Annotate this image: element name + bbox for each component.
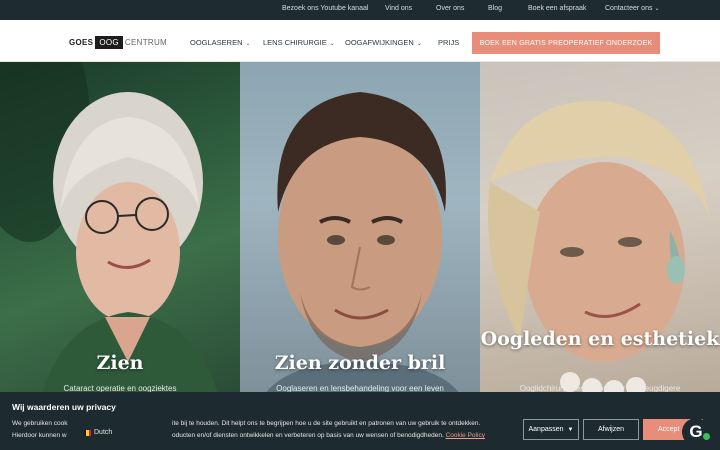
customize-button[interactable]: Aanpassen ▼ xyxy=(523,419,579,440)
portrait-man-image xyxy=(260,92,465,402)
nav-item-ooglaseren[interactable]: OOGLASEREN ⌄ xyxy=(190,38,251,47)
portrait-blonde-woman-image xyxy=(488,101,710,400)
cookie-title: Wij waarderen uw privacy xyxy=(12,402,116,412)
topbar-link-youtube[interactable]: Bezoek ons Youtube kanaal xyxy=(282,5,368,12)
nav-label: OOGAFWIJKINGEN xyxy=(345,38,414,47)
language-label: Dutch xyxy=(94,429,113,436)
book-exam-button[interactable]: BOEK EEN GRATIS PREOPERATIEF ONDERZOEK xyxy=(472,32,660,54)
cookie-text-line2-left: Hierdoor kunnen w xyxy=(12,432,67,439)
hero-title: Oogleden en esthetiek xyxy=(480,328,720,350)
hero-panel-oogleden[interactable]: Oogleden en esthetiek Ooglidchirurgie en… xyxy=(480,62,720,402)
customize-label: Aanpassen xyxy=(528,426,564,433)
portrait-older-woman-image xyxy=(0,62,220,402)
chevron-down-icon: ⌄ xyxy=(329,41,335,47)
chevron-down-icon: ⌄ xyxy=(245,41,251,47)
status-dot-icon xyxy=(703,433,710,440)
cookie-text-line1-left: We gebruiken cook xyxy=(12,420,68,427)
top-bar: Bezoek ons Youtube kanaal Vind ons Over … xyxy=(0,0,720,20)
chevron-down-icon: ⌄ xyxy=(654,6,660,12)
logo[interactable]: GOES OOG CENTRUM xyxy=(69,35,168,49)
hero-title: Zien zonder bril xyxy=(274,352,446,374)
cookie-text-line2-body: oducten en/of diensten ontwikkelen en ve… xyxy=(172,432,444,439)
language-selector[interactable]: Dutch xyxy=(84,429,112,436)
topbar-link-contact[interactable]: Contacteer ons ⌄ xyxy=(605,5,660,12)
topbar-link-vind-ons[interactable]: Vind ons xyxy=(385,5,412,12)
belgium-flag-icon xyxy=(84,429,91,436)
hero-panel-zien[interactable]: Zien Cataract operatie en oogziektes xyxy=(0,62,240,402)
topbar-contact-label: Contacteer ons xyxy=(605,5,653,12)
nav-label: OOGLASEREN xyxy=(190,38,243,47)
logo-text-centrum: CENTRUM xyxy=(124,37,168,47)
nav-item-prijs[interactable]: PRIJS xyxy=(438,38,459,47)
g-logo-badge[interactable]: G xyxy=(682,418,710,446)
hero-title: Zien xyxy=(96,352,144,374)
hero-panel-zien-zonder-bril[interactable]: Zien zonder bril Ooglaseren en lensbehan… xyxy=(240,62,480,402)
reject-button[interactable]: Afwijzen xyxy=(583,419,639,440)
caret-down-icon: ▼ xyxy=(567,426,574,433)
main-header: GOES OOG CENTRUM OOGLASEREN ⌄ LENS CHIRUR… xyxy=(0,20,720,62)
topbar-link-over-ons[interactable]: Over ons xyxy=(436,5,464,12)
cookie-text-line2-right: oducten en/of diensten ontwikkelen en ve… xyxy=(172,432,485,439)
chevron-down-icon: ⌄ xyxy=(416,41,422,47)
nav-label: PRIJS xyxy=(438,38,460,47)
topbar-link-afspraak[interactable]: Boek een afspraak xyxy=(528,5,586,12)
nav-item-lens-chirurgie[interactable]: LENS CHIRURGIE ⌄ xyxy=(263,38,335,47)
logo-text-oog: OOG xyxy=(95,35,123,49)
nav-label: LENS CHIRURGIE xyxy=(263,38,327,47)
logo-text-goes: GOES xyxy=(69,37,94,47)
cookie-banner: Wij waarderen uw privacy We gebruiken co… xyxy=(0,392,720,450)
nav-item-oogafwijkingen[interactable]: OOGAFWIJKINGEN ⌄ xyxy=(345,38,422,47)
topbar-link-blog[interactable]: Blog xyxy=(488,5,502,12)
cookie-policy-link[interactable]: Cookie Policy xyxy=(446,432,485,439)
cookie-text-line1-right: ite bij te houden. Dit helpt ons te begr… xyxy=(172,420,481,427)
